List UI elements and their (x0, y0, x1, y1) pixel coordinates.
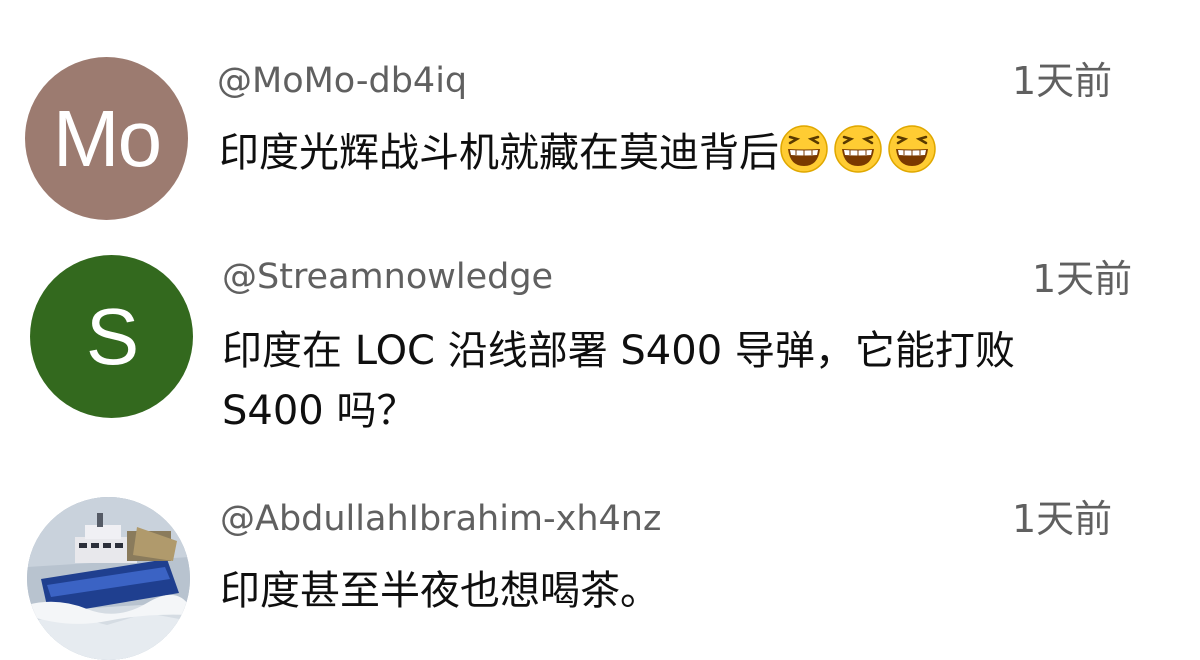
comment-timestamp: 1天前 (1012, 59, 1113, 103)
comment-timestamp: 1天前 (1032, 257, 1133, 301)
avatar[interactable]: Mo (25, 57, 188, 220)
comment-author[interactable]: @MoMo-db4iq (217, 64, 467, 99)
comment-item: S @Streamnowledge 1天前 印度在 LOC 沿线部署 S400 … (0, 230, 1200, 470)
comment-author[interactable]: @Streamnowledge (222, 260, 553, 295)
grinning-squinting-face-icon (887, 124, 937, 174)
comment-text: 印度甚至半夜也想喝茶。 (220, 568, 660, 614)
avatar[interactable]: S (30, 255, 193, 418)
comment-author[interactable]: @AbdullahIbrahim-xh4nz (220, 502, 661, 537)
comment-text-row: 印度光辉战斗机就藏在莫迪背后 (219, 120, 941, 186)
comment-item: @AbdullahIbrahim-xh4nz 1天前 印度甚至半夜也想喝茶。 (0, 470, 1200, 660)
comment-timestamp: 1天前 (1012, 497, 1113, 541)
avatar-initials: S (85, 291, 139, 381)
comment-item: Mo @MoMo-db4iq 1天前 印度光辉战斗机就藏在莫迪背后 (0, 0, 1200, 230)
grinning-squinting-face-icon (833, 124, 883, 174)
grinning-squinting-face-icon (779, 124, 829, 174)
ship-photo-avatar[interactable] (27, 497, 190, 660)
comment-text: 印度光辉战斗机就藏在莫迪背后 (219, 130, 779, 176)
comment-text-line: S400 吗？ (222, 388, 417, 434)
comment-text-line: 印度在 LOC 沿线部署 S400 导弹，它能打败 (222, 328, 1015, 374)
avatar-initials: Mo (52, 93, 162, 183)
